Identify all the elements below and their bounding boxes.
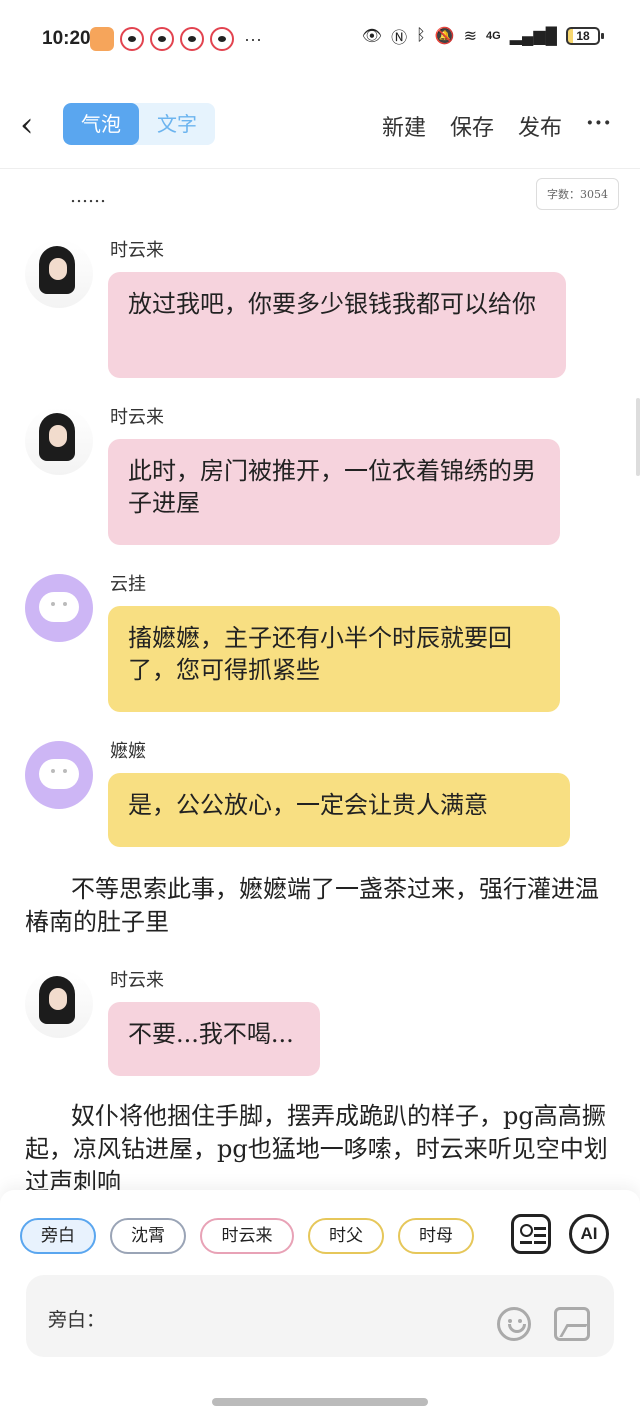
narration-paragraph[interactable]: 奴仆将他捆住手脚，摆弄成跪趴的样子，pg高高撅起，凉风钻进屋，pg也猛地一哆嗦，… <box>25 1100 615 1192</box>
eye-icon: 👁 <box>361 28 383 45</box>
more-icon[interactable]: ··· <box>586 110 612 142</box>
network-label: 4G <box>486 30 501 42</box>
weibo-icon <box>210 27 234 51</box>
more-notifications-icon: ··· <box>244 28 262 49</box>
message-bubble[interactable]: 是，公公放心，一定会让贵人满意 <box>108 773 570 847</box>
bottom-panel: 旁白 沈霄 时云来 时父 时母 AI 旁白： <box>0 1190 640 1421</box>
speaker-name: 时云来 <box>110 240 164 261</box>
avatar[interactable] <box>25 407 93 475</box>
notification-icons: ··· <box>90 27 262 51</box>
message-bubble[interactable]: 放过我吧，你要多少银钱我都可以给你 <box>108 272 566 378</box>
chat-face-icon <box>39 592 79 622</box>
new-button[interactable]: 新建 <box>382 110 426 142</box>
signal-icon: ▂▄▆█ <box>509 28 557 45</box>
wifi-icon: ≋ <box>463 28 478 45</box>
heart-app-icon <box>90 27 114 51</box>
battery-icon: 18 <box>566 27 604 45</box>
top-nav-bar: ‹ 气泡 文字 新建 保存 发布 ··· <box>0 90 640 169</box>
chat-face-icon <box>39 759 79 789</box>
weibo-icon <box>120 27 144 51</box>
save-button[interactable]: 保存 <box>450 110 494 142</box>
speaker-name: 时云来 <box>110 970 164 991</box>
publish-button[interactable]: 发布 <box>518 110 562 142</box>
chip-role[interactable]: 时云来 <box>200 1218 294 1254</box>
nfc-icon: Ⓝ <box>391 30 408 47</box>
back-chevron-icon[interactable]: ‹ <box>20 108 34 142</box>
home-indicator[interactable] <box>212 1398 428 1406</box>
status-time: 10:20 <box>42 28 91 49</box>
message-bubble[interactable]: 不要...我不喝... <box>108 1002 320 1076</box>
chip-role[interactable]: 时父 <box>308 1218 384 1254</box>
avatar[interactable] <box>25 970 93 1038</box>
battery-level: 18 <box>576 29 590 43</box>
role-chips: 旁白 沈霄 时云来 时父 时母 <box>20 1218 474 1254</box>
tab-bubble[interactable]: 气泡 <box>63 103 139 145</box>
message-input[interactable]: 旁白： <box>26 1275 614 1357</box>
speaker-name: 嬷嬷 <box>110 741 146 762</box>
status-bar: 10:20 ··· 👁 Ⓝ ᛒ 🔕 ≋ 4G ▂▄▆█ 18 <box>0 0 640 80</box>
avatar[interactable] <box>25 240 93 308</box>
scrollbar[interactable] <box>636 398 640 476</box>
status-indicators: 👁 Ⓝ ᛒ 🔕 ≋ 4G ▂▄▆█ 18 <box>361 24 604 48</box>
emoji-icon[interactable] <box>497 1307 531 1341</box>
nav-actions: 新建 保存 发布 ··· <box>382 110 612 142</box>
chip-narration[interactable]: 旁白 <box>20 1218 96 1254</box>
contact-card-icon[interactable] <box>511 1214 551 1254</box>
mute-bell-icon: 🔕 <box>434 28 455 45</box>
narration-paragraph[interactable]: 不等思索此事，嬷嬷端了一盏茶过来，强行灌进温椿南的肚子里 <box>25 873 615 939</box>
input-speaker-label: 旁白： <box>48 1309 106 1331</box>
word-count-badge: 字数：3054 <box>536 178 619 210</box>
speaker-name: 云挂 <box>110 574 146 595</box>
avatar[interactable] <box>25 574 93 642</box>
chip-role[interactable]: 时母 <box>398 1218 474 1254</box>
speaker-name: 时云来 <box>110 407 164 428</box>
weibo-icon <box>150 27 174 51</box>
avatar[interactable] <box>25 741 93 809</box>
message-bubble[interactable]: 搐嬷嬷，主子还有小半个时辰就要回了，您可得抓紧些 <box>108 606 560 712</box>
mode-toggle: 气泡 文字 <box>63 103 215 145</box>
bluetooth-icon: ᛒ <box>416 27 426 44</box>
message-bubble[interactable]: 此时，房门被推开，一位衣着锦绣的男子进屋 <box>108 439 560 545</box>
tab-text[interactable]: 文字 <box>139 103 215 145</box>
ellipsis-text: …… <box>70 186 106 207</box>
chip-role[interactable]: 沈霄 <box>110 1218 186 1254</box>
ai-button[interactable]: AI <box>569 1214 609 1254</box>
weibo-icon <box>180 27 204 51</box>
image-icon[interactable] <box>554 1307 590 1341</box>
